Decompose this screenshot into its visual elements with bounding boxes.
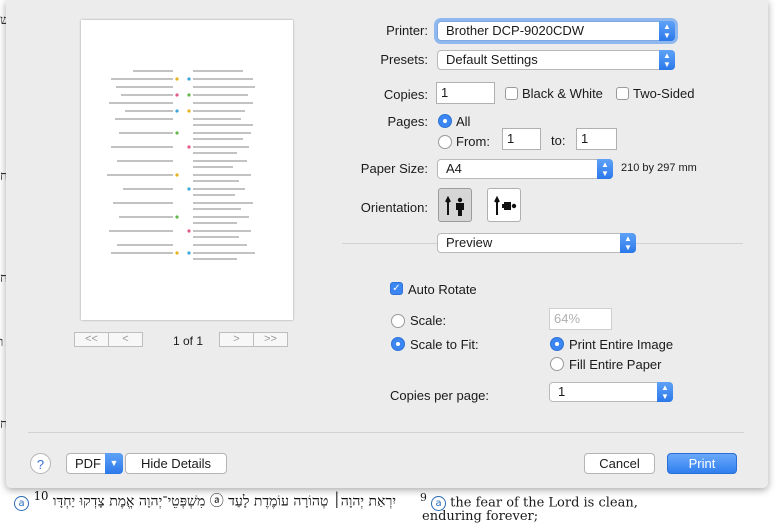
previous-page-button[interactable]: < bbox=[109, 332, 143, 347]
section-value: Preview bbox=[446, 235, 493, 250]
page-counter: 1 of 1 bbox=[172, 334, 204, 348]
paper-size-label: Paper Size: bbox=[360, 161, 428, 176]
pages-from-input[interactable]: 1 bbox=[502, 128, 541, 150]
printer-select[interactable]: Brother DCP-9020CDW ▲ ▼ bbox=[437, 21, 675, 41]
pages-all-label: All bbox=[456, 114, 471, 129]
print-dialog: << < 1 of 1 > >> Printer: Brother DCP-90… bbox=[6, 0, 768, 488]
copies-per-page-label: Copies per page: bbox=[390, 388, 490, 403]
two-sided-checkbox[interactable] bbox=[616, 87, 629, 100]
paper-size-select[interactable]: A4 ▲ ▼ bbox=[437, 159, 613, 179]
hebrew-verse-text: יִרְאַת יְהוָה׀ טְהוֹרָה עוֹמֶדֶת לָעַד … bbox=[52, 493, 396, 510]
preview-content bbox=[107, 70, 255, 260]
printer-label: Printer: bbox=[386, 23, 428, 38]
presets-label: Presets: bbox=[380, 52, 428, 67]
paper-dimensions: 210 by 297 mm bbox=[621, 162, 697, 174]
portrait-icon bbox=[445, 195, 464, 216]
landscape-orientation-button[interactable] bbox=[487, 188, 521, 222]
fill-entire-paper-radio[interactable] bbox=[550, 357, 564, 371]
print-entire-image-label: Print Entire Image bbox=[569, 337, 674, 352]
scale-label: Scale: bbox=[410, 313, 447, 328]
select-arrows-icon: ▲ ▼ bbox=[659, 50, 675, 70]
copies-input[interactable]: 1 bbox=[436, 82, 495, 104]
select-arrows-icon: ▲ ▼ bbox=[657, 382, 673, 402]
next-page-button[interactable]: > bbox=[219, 332, 254, 347]
orientation-label: Orientation: bbox=[360, 200, 428, 215]
verse-number: 9 bbox=[420, 491, 427, 504]
scale-to-fit-radio[interactable] bbox=[391, 337, 405, 351]
landscape-icon bbox=[494, 195, 517, 215]
auto-rotate-checkbox[interactable]: ✓ bbox=[390, 282, 403, 295]
fill-entire-paper-label: Fill Entire Paper bbox=[569, 357, 662, 372]
select-arrows-icon: ▲ ▼ bbox=[597, 159, 613, 179]
copies-label: Copies: bbox=[383, 87, 428, 102]
pages-to-label: to: bbox=[551, 133, 566, 148]
background-verse: יִרְאַת יְהוָה׀ טְהוֹרָה עוֹמֶדֶת לָעַד … bbox=[0, 487, 784, 524]
help-button[interactable]: ? bbox=[30, 453, 51, 474]
verse-number: 10 bbox=[33, 489, 49, 503]
scale-radio[interactable] bbox=[391, 314, 405, 328]
select-arrows-icon: ▲ ▼ bbox=[659, 21, 675, 41]
select-arrows-icon: ▲ ▼ bbox=[620, 233, 636, 253]
scale-to-fit-label: Scale to Fit: bbox=[410, 337, 479, 352]
last-page-button[interactable]: >> bbox=[254, 332, 288, 347]
preview-nav-back: << < bbox=[74, 332, 143, 347]
cancel-button[interactable]: Cancel bbox=[584, 453, 655, 474]
print-entire-image-radio[interactable] bbox=[550, 337, 564, 351]
presets-value: Default Settings bbox=[446, 52, 538, 67]
paper-size-value: A4 bbox=[446, 161, 462, 176]
first-page-button[interactable]: << bbox=[74, 332, 109, 347]
pages-from-label: From: bbox=[456, 134, 490, 149]
black-white-checkbox[interactable] bbox=[505, 87, 518, 100]
section-select[interactable]: Preview ▲ ▼ bbox=[437, 233, 636, 253]
black-white-label: Black & White bbox=[522, 86, 603, 101]
pages-label: Pages: bbox=[387, 114, 428, 129]
two-sided-label: Two-Sided bbox=[633, 86, 695, 101]
copies-per-page-select[interactable]: 1 ▲ ▼ bbox=[549, 382, 673, 402]
hide-details-button[interactable]: Hide Details bbox=[125, 453, 227, 474]
pdf-label: PDF bbox=[75, 456, 101, 471]
auto-rotate-label: Auto Rotate bbox=[408, 282, 477, 297]
print-button[interactable]: Print bbox=[667, 453, 737, 474]
scale-input[interactable]: 64% bbox=[549, 308, 612, 330]
pages-all-radio[interactable] bbox=[438, 114, 452, 128]
pdf-menu-button[interactable]: PDF ▼ bbox=[66, 453, 123, 474]
presets-select[interactable]: Default Settings ▲ ▼ bbox=[437, 50, 675, 70]
pages-to-input[interactable]: 1 bbox=[576, 128, 617, 150]
preview-nav-forward: > >> bbox=[219, 332, 288, 347]
footnote-marker-icon[interactable]: a bbox=[14, 495, 30, 511]
footer-divider bbox=[28, 432, 744, 433]
copies-per-page-value: 1 bbox=[558, 384, 566, 399]
print-preview-page bbox=[81, 20, 293, 320]
portrait-orientation-button[interactable] bbox=[438, 188, 472, 222]
printer-value: Brother DCP-9020CDW bbox=[446, 23, 584, 38]
chevron-down-icon: ▼ bbox=[105, 453, 123, 474]
margin-char: ו bbox=[0, 335, 4, 350]
pages-from-radio[interactable] bbox=[438, 135, 452, 149]
